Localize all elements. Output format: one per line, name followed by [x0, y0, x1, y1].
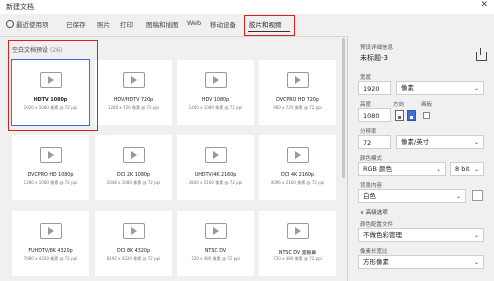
- tab-photo[interactable]: 照片: [97, 19, 110, 29]
- tab-web[interactable]: Web: [187, 19, 201, 27]
- video-preset-icon: [205, 147, 227, 163]
- clock-icon: [6, 20, 14, 28]
- orientation-label: 方向: [393, 102, 405, 108]
- preset-card[interactable]: HDV 1080p 1440 x 1080 像素 @ 72 ppi: [177, 60, 254, 125]
- save-preset-icon[interactable]: [476, 48, 487, 61]
- preset-card[interactable]: NTSC DV 宽银幕 720 x 480 像素 @ 72 ppi: [259, 211, 336, 276]
- chevron-down-icon: ⌄: [473, 232, 479, 239]
- width-unit-select[interactable]: 像素 ⌄: [396, 81, 484, 95]
- chevron-down-icon: ⌄: [473, 259, 479, 266]
- tab-mobile[interactable]: 移动设备: [210, 19, 236, 29]
- color-mode-select[interactable]: RGB 颜色 ⌄: [358, 162, 446, 176]
- chevron-down-icon: ⌄: [435, 166, 441, 173]
- close-icon[interactable]: ✕: [480, 0, 488, 10]
- resolution-label: 分辨率: [360, 129, 377, 135]
- active-tab-underline: [248, 31, 290, 32]
- video-preset-icon: [205, 223, 227, 239]
- video-preset-icon: [123, 223, 145, 239]
- background-label: 背景内容: [360, 183, 383, 189]
- selected-preset-highlight: [8, 40, 98, 131]
- resolution-unit-select[interactable]: 像素/英寸 ⌄: [396, 135, 484, 149]
- pixel-aspect-select[interactable]: 方形像素 ⌄: [358, 255, 484, 269]
- preset-card[interactable]: NTSC DV 720 x 480 像素 @ 72 ppi: [177, 211, 254, 276]
- window-title: 新建文档: [6, 3, 34, 11]
- chevron-down-icon: ⌄: [473, 85, 479, 92]
- chevron-down-icon: ⌄: [473, 139, 479, 146]
- preset-card[interactable]: DVCPRO HD 720p 960 x 720 像素 @ 72 ppi: [259, 60, 336, 125]
- color-profile-select[interactable]: 不做色彩管理 ⌄: [358, 228, 484, 242]
- video-preset-icon: [287, 223, 309, 239]
- landscape-orientation-icon[interactable]: [407, 110, 416, 121]
- chevron-down-icon: ⌄: [455, 193, 461, 200]
- window-titlebar: 新建文档 ✕: [0, 0, 494, 14]
- bit-depth-select[interactable]: 8 bit ⌄: [450, 162, 484, 176]
- preset-card[interactable]: HDV/HDTV 720p 1280 x 720 像素 @ 72 ppi: [95, 60, 172, 125]
- video-preset-icon: [40, 147, 62, 163]
- document-name[interactable]: 未标题-3: [360, 53, 388, 63]
- video-preset-icon: [123, 147, 145, 163]
- preset-card[interactable]: DCI 8K 4320p 8192 x 4320 像素 @ 72 ppi: [95, 211, 172, 276]
- preset-card[interactable]: DCI 4K 2160p 4096 x 2160 像素 @ 72 ppi: [259, 135, 336, 200]
- video-preset-icon: [287, 72, 309, 88]
- pixel-aspect-label: 像素长宽比: [360, 249, 388, 255]
- preset-card[interactable]: FUHDTV/8K 4320p 7680 x 4320 像素 @ 72 ppi: [12, 211, 89, 276]
- preset-scrollbar[interactable]: [342, 38, 345, 178]
- background-select[interactable]: 白色 ⌄: [358, 189, 466, 203]
- portrait-orientation-icon[interactable]: [395, 110, 404, 121]
- artboard-label: 画板: [421, 102, 433, 108]
- artboard-checkbox[interactable]: [423, 112, 430, 119]
- height-label: 高度: [360, 102, 372, 108]
- background-color-swatch[interactable]: [472, 190, 483, 201]
- height-input[interactable]: 1080: [358, 108, 391, 122]
- preset-card[interactable]: DVCPRO HD 1080p 1280 x 1080 像素 @ 72 ppi: [12, 135, 89, 200]
- details-header: 预设详细信息: [360, 45, 394, 51]
- video-preset-icon: [287, 147, 309, 163]
- video-preset-icon: [40, 223, 62, 239]
- tab-art-illustration[interactable]: 图稿和插图: [146, 19, 179, 29]
- tab-saved[interactable]: 已保存: [66, 19, 86, 29]
- chevron-down-icon: ⌄: [473, 166, 479, 173]
- width-label: 宽度: [360, 75, 372, 81]
- width-input[interactable]: 1920: [358, 81, 391, 95]
- active-tab-highlight: [244, 15, 295, 36]
- preset-details-panel: 预设详细信息 未标题-3 宽度 1920 像素 ⌄ 高度 方向 画板 1080 分…: [348, 36, 494, 281]
- video-preset-icon: [205, 72, 227, 88]
- tab-recent[interactable]: 最近使用项: [6, 19, 49, 29]
- preset-card[interactable]: DCI 2K 1080p 2048 x 1080 像素 @ 72 ppi: [95, 135, 172, 200]
- resolution-input[interactable]: 72: [358, 135, 391, 149]
- video-preset-icon: [123, 72, 145, 88]
- preset-card[interactable]: UHDTV/4K 2160p 3840 x 2160 像素 @ 72 ppi: [177, 135, 254, 200]
- tab-print[interactable]: 打印: [120, 19, 133, 29]
- color-profile-label: 颜色配置文件: [360, 222, 394, 228]
- color-mode-label: 颜色模式: [360, 156, 383, 162]
- advanced-options-toggle[interactable]: ∨ 高级选项: [360, 208, 388, 216]
